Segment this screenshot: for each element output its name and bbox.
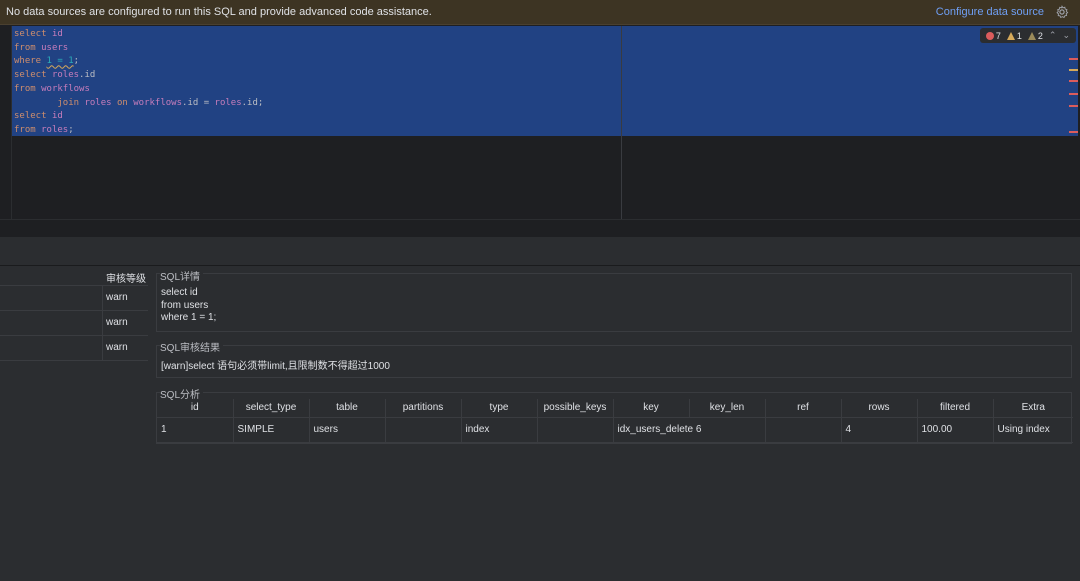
- right-margin-guide: [621, 26, 622, 219]
- table-cell: [537, 416, 614, 443]
- error-count[interactable]: 7: [985, 31, 1001, 41]
- audit-level: warn: [106, 317, 128, 328]
- error-icon: [985, 31, 994, 40]
- code-line: from roles;: [14, 124, 74, 135]
- column-header[interactable]: filtered: [917, 399, 994, 417]
- audit-level-header: 审核等级: [106, 274, 146, 285]
- column-header[interactable]: id: [157, 399, 234, 417]
- table-cell: SIMPLE: [233, 416, 310, 443]
- table-cell: [765, 416, 842, 443]
- sql-editor[interactable]: select id from users where 1 = 1; select…: [0, 26, 1080, 219]
- error-stripe-mark[interactable]: [1069, 58, 1078, 60]
- table-cell: 100.00: [917, 416, 994, 443]
- code-line: select roles.id: [14, 70, 96, 81]
- audit-list-header: 审核等级: [0, 266, 148, 286]
- weak-warning-icon: [1027, 31, 1036, 40]
- table-cell: 4: [841, 416, 918, 443]
- sql-analysis-title: SQL分析: [160, 386, 204, 401]
- sql-result-title: SQL审核结果: [160, 339, 224, 354]
- error-stripe-mark[interactable]: [1069, 80, 1078, 82]
- column-header[interactable]: partitions: [385, 399, 462, 417]
- sql-detail-title: SQL详情: [160, 268, 204, 283]
- sql-detail-box: select id from users where 1 = 1;: [156, 273, 1072, 332]
- error-stripe-mark[interactable]: [1069, 93, 1078, 95]
- sql-analysis-box: id select_type table partitions type pos…: [156, 392, 1073, 444]
- table-cell: Using index: [993, 416, 1073, 443]
- column-header[interactable]: key: [613, 399, 690, 417]
- column-header[interactable]: possible_keys: [537, 399, 614, 417]
- error-stripe-mark[interactable]: [1069, 131, 1078, 133]
- code-line: from users: [14, 42, 69, 53]
- configure-data-source-link[interactable]: Configure data source: [936, 6, 1044, 18]
- chevron-up-icon[interactable]: ⌃: [1049, 30, 1057, 41]
- column-header[interactable]: type: [461, 399, 538, 417]
- explain-table: id select_type table partitions type pos…: [157, 399, 1073, 443]
- column-header[interactable]: ref: [765, 399, 842, 417]
- audit-list-row[interactable]: warn: [0, 336, 148, 361]
- column-header[interactable]: Extra: [993, 399, 1073, 417]
- audit-level: warn: [106, 292, 128, 303]
- warning-stripe-mark[interactable]: [1069, 69, 1078, 71]
- column-header[interactable]: rows: [841, 399, 918, 417]
- code-line: join roles on workflows.id = roles.id;: [57, 97, 264, 108]
- weak-warning-count[interactable]: 2: [1027, 31, 1043, 41]
- column-header[interactable]: table: [309, 399, 386, 417]
- inspection-widget[interactable]: 7 1 2 ⌃ ⌄: [979, 28, 1076, 43]
- audit-list-row[interactable]: warn: [0, 311, 148, 336]
- table-row[interactable]: 1 SIMPLE users index idx_users_delete 6 …: [157, 416, 1073, 443]
- table-cell: 1: [157, 416, 234, 443]
- sql-audit-panel: 审核等级 warn warn warn select id from users…: [0, 266, 1080, 581]
- audit-list-row[interactable]: warn: [0, 286, 148, 311]
- warning-icon: [1006, 31, 1015, 40]
- warning-count[interactable]: 1: [1006, 31, 1022, 41]
- column-header[interactable]: key_len: [689, 399, 766, 417]
- code-line: select id: [14, 111, 63, 122]
- notification-banner: No data sources are configured to run th…: [0, 0, 1080, 25]
- code-line: where 1 = 1;: [14, 56, 80, 67]
- column-header[interactable]: select_type: [233, 399, 310, 417]
- audit-list: 审核等级 warn warn warn: [0, 266, 148, 362]
- audit-level: warn: [106, 342, 128, 353]
- gear-icon[interactable]: [1055, 5, 1069, 19]
- error-stripe-mark[interactable]: [1069, 105, 1078, 107]
- table-cell: [385, 416, 462, 443]
- chevron-down-icon[interactable]: ⌄: [1062, 30, 1070, 41]
- code-line: select id: [14, 29, 63, 39]
- table-cell: idx_users_delete 6: [613, 416, 701, 443]
- sql-result-text: [warn]select 语句必须带limit,且限制数不得超过1000: [161, 361, 390, 372]
- editor-gutter: [0, 26, 12, 219]
- table-cell: users: [309, 416, 386, 443]
- banner-message: No data sources are configured to run th…: [6, 6, 432, 18]
- sql-result-box: [warn]select 语句必须带limit,且限制数不得超过1000: [156, 345, 1072, 378]
- sql-detail-text: select id from users where 1 = 1;: [161, 287, 217, 323]
- editor-horizontal-scroll[interactable]: [0, 219, 1080, 237]
- code-area[interactable]: select id from users where 1 = 1; select…: [14, 28, 263, 138]
- table-header-row: id select_type table partitions type pos…: [157, 399, 1073, 417]
- table-cell: index: [461, 416, 538, 443]
- tool-window-header: [0, 237, 1080, 266]
- code-line: from workflows: [14, 83, 90, 94]
